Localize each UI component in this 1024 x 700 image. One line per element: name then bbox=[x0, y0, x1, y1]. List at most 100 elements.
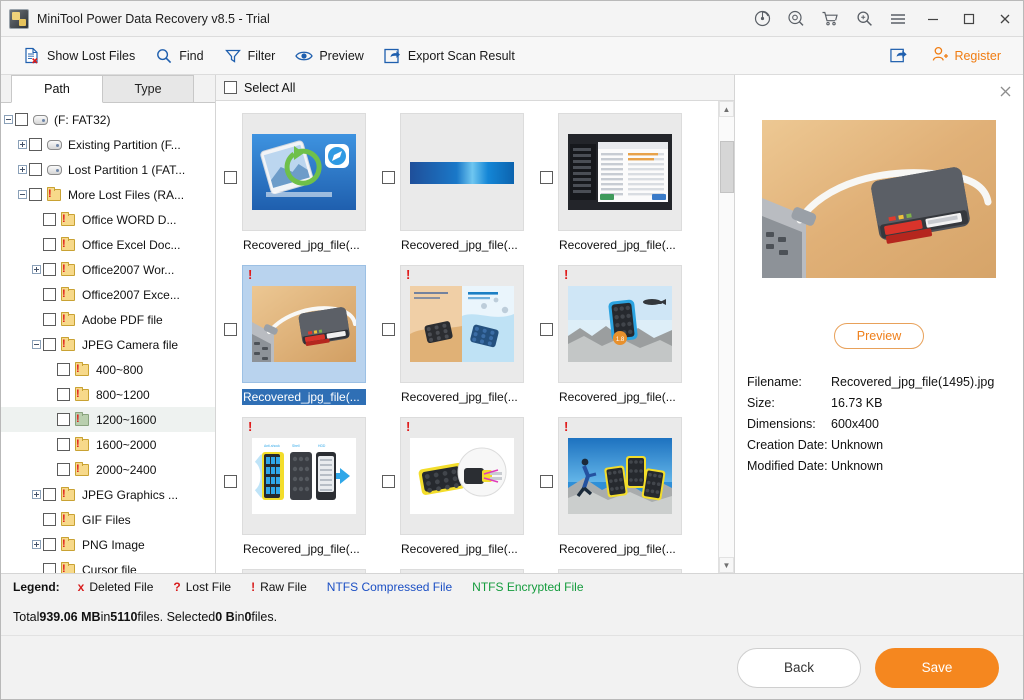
thumbnail-image[interactable]: ! 1.8 bbox=[558, 265, 682, 383]
thumbnail-cell[interactable]: ! 1.8 Recovered_jpg_file(... bbox=[538, 259, 696, 411]
thumbnail-cell[interactable]: Recovered_jpg_file(... bbox=[380, 107, 538, 259]
thumbnail-grid[interactable]: Recovered_jpg_file(... Recovered_jpg_file… bbox=[216, 101, 718, 573]
thumbnail-cell[interactable]: ! bbox=[222, 563, 380, 573]
tree-item[interactable]: ! 1600~2000 bbox=[1, 432, 215, 457]
tree-item[interactable]: ! Office Excel Doc... bbox=[1, 232, 215, 257]
thumbnail-cell[interactable]: ! bbox=[538, 563, 696, 573]
tree-item-checkbox[interactable] bbox=[57, 438, 70, 451]
shopping-cart-icon[interactable] bbox=[813, 1, 847, 37]
close-icon[interactable] bbox=[997, 83, 1013, 99]
tree-item[interactable]: ! GIF Files bbox=[1, 507, 215, 532]
register-button[interactable]: Register bbox=[922, 42, 1011, 69]
thumbnail-cell[interactable]: Recovered_jpg_file(... bbox=[222, 107, 380, 259]
directory-tree[interactable]: (F: FAT32) Existing Partition (F... Lost P… bbox=[1, 103, 215, 573]
disk-scan-icon[interactable] bbox=[745, 1, 779, 37]
thumbnail-image[interactable]: ! bbox=[400, 417, 524, 535]
thumbnail-checkbox[interactable] bbox=[224, 475, 237, 488]
tree-item-checkbox[interactable] bbox=[43, 538, 56, 551]
tree-item[interactable]: ! JPEG Camera file bbox=[1, 332, 215, 357]
thumbnail-checkbox[interactable] bbox=[382, 323, 395, 336]
select-all-checkbox[interactable] bbox=[224, 81, 237, 94]
thumbnail-checkbox[interactable] bbox=[224, 171, 237, 184]
scroll-thumb[interactable] bbox=[720, 141, 734, 193]
tree-item[interactable]: ! Office2007 Exce... bbox=[1, 282, 215, 307]
tree-expand-icon[interactable] bbox=[15, 132, 29, 157]
thumbnail-cell[interactable]: ! Recovered_jpg_file(... bbox=[222, 259, 380, 411]
tree-expand-icon[interactable] bbox=[29, 482, 43, 507]
scroll-down-arrow-icon[interactable]: ▼ bbox=[719, 557, 734, 573]
tree-item[interactable]: Existing Partition (F... bbox=[1, 132, 215, 157]
hamburger-menu-icon[interactable] bbox=[881, 1, 915, 37]
grid-scrollbar[interactable]: ▲ ▼ bbox=[718, 101, 734, 573]
share-button[interactable] bbox=[880, 43, 918, 69]
tree-item-checkbox[interactable] bbox=[29, 138, 42, 151]
thumbnail-image[interactable] bbox=[558, 113, 682, 231]
thumbnail-image[interactable]: ! bbox=[558, 569, 682, 573]
thumbnail-checkbox[interactable] bbox=[540, 171, 553, 184]
thumbnail-checkbox[interactable] bbox=[540, 475, 553, 488]
thumbnail-image[interactable]: ! bbox=[242, 569, 366, 573]
tree-item-checkbox[interactable] bbox=[43, 513, 56, 526]
support-headset-icon[interactable] bbox=[779, 1, 813, 37]
show-lost-files-button[interactable]: Show Lost Files bbox=[13, 43, 145, 69]
tree-item-checkbox[interactable] bbox=[43, 288, 56, 301]
thumbnail-cell[interactable]: ! Recovered_jpg_file(... bbox=[380, 259, 538, 411]
save-button[interactable]: Save bbox=[875, 647, 999, 688]
thumbnail-cell[interactable]: ! Recovered_jpg_file(... bbox=[538, 411, 696, 563]
thumbnail-image[interactable]: ! Anti-shock Shell HDD bbox=[242, 417, 366, 535]
tree-item-checkbox[interactable] bbox=[57, 388, 70, 401]
thumbnail-cell[interactable]: ! Recovered_jpg_file(... bbox=[380, 411, 538, 563]
thumbnail-image[interactable]: ! bbox=[242, 265, 366, 383]
tree-item[interactable]: ! 800~1200 bbox=[1, 382, 215, 407]
tree-item[interactable]: ! 2000~2400 bbox=[1, 457, 215, 482]
search-zoom-icon[interactable] bbox=[847, 1, 881, 37]
minimize-button[interactable] bbox=[915, 1, 951, 37]
find-button[interactable]: Find bbox=[145, 43, 213, 69]
tree-item[interactable]: (F: FAT32) bbox=[1, 107, 215, 132]
tree-item[interactable]: ! Cursor file bbox=[1, 557, 215, 573]
close-button[interactable] bbox=[987, 1, 1023, 37]
tree-item-checkbox[interactable] bbox=[15, 113, 28, 126]
tree-item-checkbox[interactable] bbox=[43, 213, 56, 226]
tree-item-checkbox[interactable] bbox=[43, 238, 56, 251]
tree-item[interactable]: ! 1200~1600 bbox=[1, 407, 215, 432]
thumbnail-cell[interactable]: ! bbox=[380, 563, 538, 573]
scroll-up-arrow-icon[interactable]: ▲ bbox=[719, 101, 734, 117]
tree-item-checkbox[interactable] bbox=[43, 338, 56, 351]
tree-item[interactable]: Lost Partition 1 (FAT... bbox=[1, 157, 215, 182]
tree-item[interactable]: ! Office WORD D... bbox=[1, 207, 215, 232]
filter-button[interactable]: Filter bbox=[214, 43, 286, 69]
tree-item[interactable]: ! PNG Image bbox=[1, 532, 215, 557]
thumbnail-image[interactable] bbox=[400, 113, 524, 231]
tree-item-checkbox[interactable] bbox=[43, 313, 56, 326]
thumbnail-checkbox[interactable] bbox=[382, 171, 395, 184]
tree-item[interactable]: ! Adobe PDF file bbox=[1, 307, 215, 332]
preview-button[interactable]: Preview bbox=[285, 43, 373, 69]
tree-expand-icon[interactable] bbox=[29, 532, 43, 557]
scroll-track[interactable] bbox=[719, 117, 734, 557]
maximize-button[interactable] bbox=[951, 1, 987, 37]
tree-item-checkbox[interactable] bbox=[57, 463, 70, 476]
tree-collapse-icon[interactable] bbox=[1, 107, 15, 132]
tree-item[interactable]: ! 400~800 bbox=[1, 357, 215, 382]
back-button[interactable]: Back bbox=[737, 647, 861, 688]
tree-expand-icon[interactable] bbox=[29, 257, 43, 282]
tree-expand-icon[interactable] bbox=[15, 157, 29, 182]
thumbnail-checkbox[interactable] bbox=[540, 323, 553, 336]
tree-item-checkbox[interactable] bbox=[43, 263, 56, 276]
tree-collapse-icon[interactable] bbox=[29, 332, 43, 357]
thumbnail-checkbox[interactable] bbox=[382, 475, 395, 488]
tree-item[interactable]: ! Office2007 Wor... bbox=[1, 257, 215, 282]
tree-item[interactable]: ! JPEG Graphics ... bbox=[1, 482, 215, 507]
tab-type[interactable]: Type bbox=[102, 75, 194, 102]
thumbnail-image[interactable] bbox=[242, 113, 366, 231]
thumbnail-cell[interactable]: Recovered_jpg_file(... bbox=[538, 107, 696, 259]
tree-item-checkbox[interactable] bbox=[29, 163, 42, 176]
thumbnail-image[interactable]: ! bbox=[558, 417, 682, 535]
tree-item-checkbox[interactable] bbox=[29, 188, 42, 201]
tree-item-checkbox[interactable] bbox=[57, 363, 70, 376]
thumbnail-cell[interactable]: ! Anti-shock Shell HDD Recovered_jpg_file(..… bbox=[222, 411, 380, 563]
tree-item[interactable]: ! More Lost Files (RA... bbox=[1, 182, 215, 207]
tree-item-checkbox[interactable] bbox=[57, 413, 70, 426]
preview-action-button[interactable]: Preview bbox=[833, 323, 925, 349]
